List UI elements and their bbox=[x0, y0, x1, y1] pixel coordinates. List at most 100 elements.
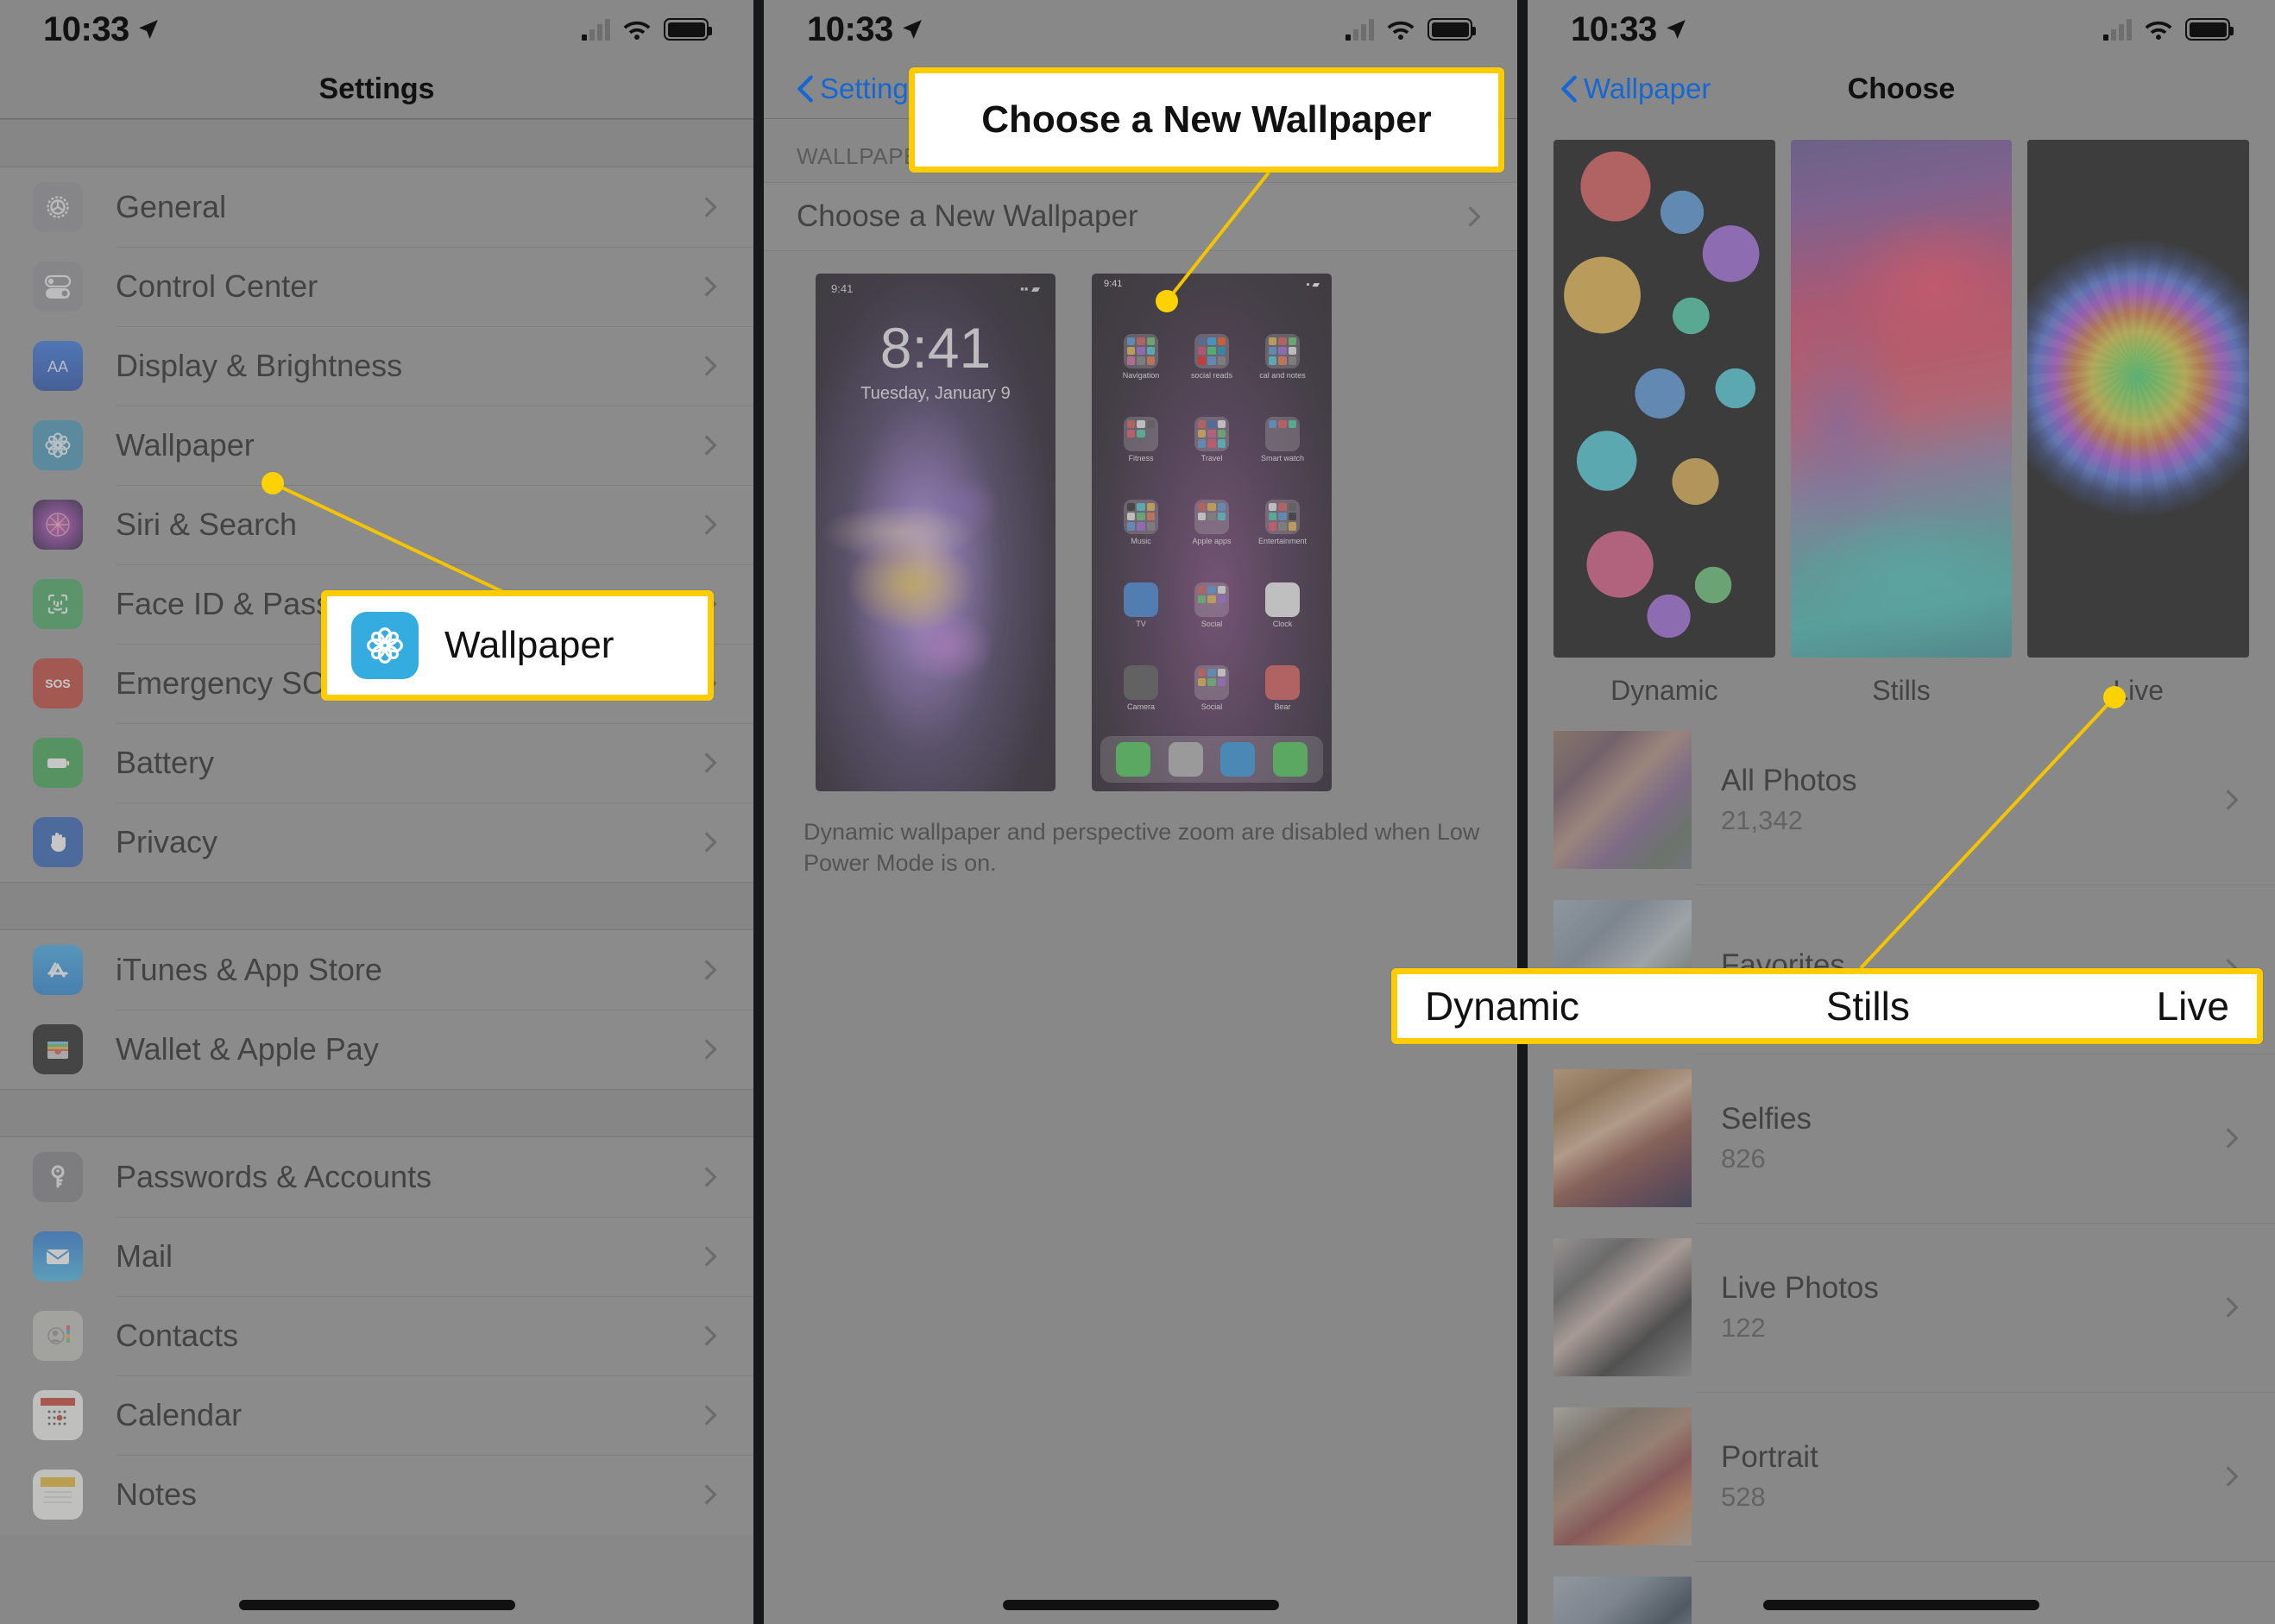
wallpaper-previews: 9:41 ▪▪ ▰ 8:41 Tuesday, January 9 9:41 ▪… bbox=[764, 251, 1517, 791]
status-bar-1: 10:33 bbox=[0, 0, 753, 59]
sidebar-item-contacts[interactable]: Contacts bbox=[0, 1296, 753, 1375]
face-id-icon bbox=[33, 579, 83, 629]
sidebar-item-siri-search[interactable]: Siri & Search bbox=[0, 485, 753, 564]
location-arrow-icon bbox=[902, 20, 922, 39]
album-thumbnail bbox=[1553, 1238, 1692, 1376]
sidebar-item-label: Siri & Search bbox=[116, 507, 298, 542]
preview-status-icons: ▪▪ ▰ bbox=[1020, 282, 1040, 295]
wallpaper-type-row: Dynamic Stills Live bbox=[1528, 119, 2275, 707]
home-indicator bbox=[1002, 1600, 1279, 1610]
home-folder[interactable]: Navigation bbox=[1106, 315, 1176, 398]
folder-label: Travel bbox=[1201, 453, 1223, 463]
safari-alt-icon[interactable] bbox=[1168, 742, 1203, 777]
home-folder[interactable]: Music bbox=[1106, 481, 1176, 563]
home-folder[interactable]: social reads bbox=[1176, 315, 1247, 398]
callout-wallpaper-label: Wallpaper bbox=[444, 624, 614, 666]
page-title: Settings bbox=[318, 72, 435, 105]
wifi-icon bbox=[1387, 21, 1415, 41]
sidebar-item-control-center[interactable]: Control Center bbox=[0, 247, 753, 326]
tv-icon bbox=[1124, 582, 1158, 617]
wallpaper-type-dynamic[interactable]: Dynamic bbox=[1553, 140, 1775, 707]
sidebar-item-wallet-apple-pay[interactable]: Wallet & Apple Pay bbox=[0, 1010, 753, 1089]
home-folder[interactable]: Entertainment bbox=[1247, 481, 1318, 563]
album-name: Portrait bbox=[1721, 1440, 1818, 1474]
app-label: Camera bbox=[1126, 702, 1155, 711]
flower-wallpaper-icon bbox=[351, 612, 419, 679]
wallpaper-type-stills[interactable]: Stills bbox=[1790, 140, 2013, 707]
chevron-right-icon bbox=[704, 197, 717, 217]
callout-choose-label: Choose a New Wallpaper bbox=[981, 98, 1432, 141]
status-time: 10:33 bbox=[1571, 9, 1657, 48]
sidebar-item-label: General bbox=[116, 189, 227, 224]
list-item-long-exposure[interactable]: Long Exposure bbox=[1528, 1561, 2275, 1624]
sidebar-item-mail[interactable]: Mail bbox=[0, 1217, 753, 1296]
album-name: All Photos bbox=[1721, 764, 1857, 797]
home-folder[interactable]: Apple apps bbox=[1176, 481, 1247, 563]
phone-icon[interactable] bbox=[1116, 742, 1151, 777]
sidebar-item-wallpaper[interactable]: Wallpaper bbox=[0, 406, 753, 485]
sidebar-item-display-brightness[interactable]: AA Display & Brightness bbox=[0, 326, 753, 406]
phone-panel-choose: 10:33 Wallpaper Choose Dynamic Stills Li… bbox=[1528, 0, 2275, 1624]
settings-list-group-3: Passwords & Accounts Mail Contacts Calen… bbox=[0, 1137, 753, 1534]
status-bar-3: 10:33 bbox=[1528, 0, 2275, 59]
sidebar-item-general[interactable]: General bbox=[0, 167, 753, 247]
settings-list-group-2: iTunes & App Store Wallet & Apple Pay bbox=[0, 930, 753, 1089]
home-app[interactable]: Camera bbox=[1106, 646, 1176, 729]
chevron-right-icon bbox=[704, 752, 717, 773]
messages-icon[interactable] bbox=[1272, 742, 1308, 777]
wallet-icon bbox=[33, 1024, 83, 1074]
preview-status-bar: 9:41 ▪▪ ▰ bbox=[816, 282, 1056, 296]
home-folder[interactable]: Smart watch bbox=[1247, 398, 1318, 481]
home-app-grid: Navigation social reads cal and notes Fi… bbox=[1092, 315, 1332, 729]
nav-bar-settings: Settings bbox=[0, 59, 753, 119]
home-folder[interactable]: Travel bbox=[1176, 398, 1247, 481]
battery-icon bbox=[33, 738, 83, 788]
chevron-right-icon bbox=[2226, 1297, 2239, 1318]
home-app[interactable]: TV bbox=[1106, 563, 1176, 646]
status-left-1: 10:33 bbox=[43, 10, 160, 49]
safari-icon[interactable] bbox=[1220, 742, 1256, 777]
home-folder[interactable]: Fitness bbox=[1106, 398, 1176, 481]
list-item-all-photos[interactable]: All Photos 21,342 bbox=[1528, 715, 2275, 884]
home-folder[interactable]: Social bbox=[1176, 563, 1247, 646]
sidebar-item-privacy[interactable]: Privacy bbox=[0, 803, 753, 882]
sidebar-item-notes[interactable]: Notes bbox=[0, 1455, 753, 1534]
home-folder[interactable]: Social bbox=[1176, 646, 1247, 729]
sidebar-item-calendar[interactable]: Calendar bbox=[0, 1375, 753, 1455]
album-count: 21,342 bbox=[1721, 805, 1803, 835]
page-title: Choose bbox=[1847, 72, 1956, 105]
callout-tab-stills: Stills bbox=[1825, 984, 1910, 1029]
calendar-icon bbox=[33, 1390, 83, 1440]
album-thumbnail bbox=[1553, 731, 1692, 869]
home-app[interactable]: Bear bbox=[1247, 646, 1318, 729]
sidebar-item-battery[interactable]: Battery bbox=[0, 723, 753, 803]
back-button-wallpaper[interactable]: Wallpaper bbox=[1560, 72, 1711, 105]
folder-icon bbox=[1194, 582, 1229, 617]
album-thumbnail bbox=[1553, 1577, 1692, 1624]
home-folder[interactable]: cal and notes bbox=[1247, 315, 1318, 398]
list-item-live-photos[interactable]: Live Photos 122 bbox=[1528, 1223, 2275, 1392]
cellular-bars-icon bbox=[582, 18, 610, 41]
chevron-right-icon bbox=[1468, 206, 1481, 227]
wallpaper-type-label: Stills bbox=[1872, 675, 1931, 706]
home-screen-preview[interactable]: 9:41 ▪ ▰ Navigation social reads cal and… bbox=[1092, 274, 1332, 791]
sidebar-item-itunes-app-store[interactable]: iTunes & App Store bbox=[0, 930, 753, 1010]
location-arrow-icon bbox=[1666, 20, 1686, 39]
back-button-settings[interactable]: Settings bbox=[797, 72, 923, 105]
lock-screen-preview[interactable]: 9:41 ▪▪ ▰ 8:41 Tuesday, January 9 bbox=[816, 274, 1056, 791]
album-name: Selfies bbox=[1721, 1102, 1812, 1136]
nav-bar-choose: Wallpaper Choose bbox=[1528, 59, 2275, 119]
album-name: Live Photos bbox=[1721, 1271, 1879, 1305]
home-app[interactable]: Clock bbox=[1247, 563, 1318, 646]
list-item-portrait[interactable]: Portrait 528 bbox=[1528, 1392, 2275, 1561]
choose-new-wallpaper-row[interactable]: Choose a New Wallpaper bbox=[764, 182, 1517, 251]
app-label: TV bbox=[1136, 619, 1146, 628]
wallpaper-type-live[interactable]: Live bbox=[2027, 140, 2250, 707]
list-item-selfies[interactable]: Selfies 826 bbox=[1528, 1054, 2275, 1223]
wifi-icon bbox=[623, 21, 651, 41]
status-left-3: 10:33 bbox=[1571, 10, 1687, 49]
sidebar-item-passwords-accounts[interactable]: Passwords & Accounts bbox=[0, 1137, 753, 1217]
three-phone-screenshot-composite: 10:33 Settings General Control Center AA… bbox=[0, 0, 2275, 1624]
sidebar-item-label: iTunes & App Store bbox=[116, 952, 382, 987]
callout-wallpaper: Wallpaper bbox=[321, 590, 714, 701]
